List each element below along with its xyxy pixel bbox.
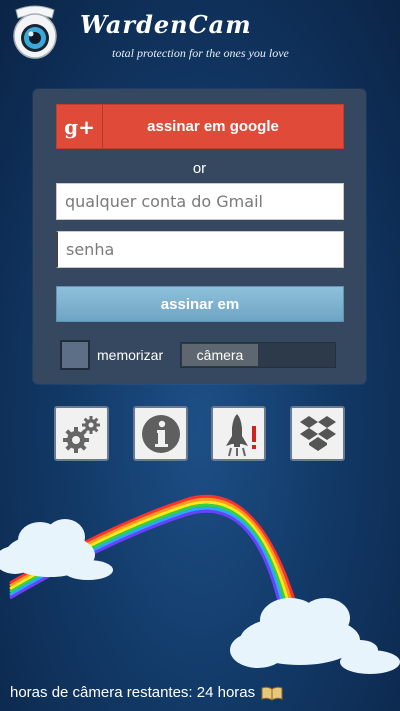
app-tagline: total protection for the ones you love xyxy=(112,46,289,60)
cloud-right xyxy=(230,598,400,674)
camera-mode-toggle[interactable]: câmera xyxy=(180,342,336,368)
toolbar xyxy=(0,406,400,464)
camera-hours-text: horas de câmera restantes: 24 horas xyxy=(10,684,256,701)
launch-button[interactable] xyxy=(211,406,266,461)
security-camera-logo-icon xyxy=(10,4,60,60)
google-plus-icon: g+ xyxy=(57,105,103,148)
remember-label: memorizar xyxy=(97,347,164,363)
dropbox-icon xyxy=(299,415,336,451)
email-field[interactable] xyxy=(56,183,344,220)
info-button[interactable] xyxy=(133,406,188,461)
info-icon xyxy=(141,414,180,453)
settings-button[interactable] xyxy=(54,406,109,461)
google-signin-button[interactable]: g+ assinar em google xyxy=(56,104,344,149)
or-separator: or xyxy=(192,160,207,177)
camera-mode-label: câmera xyxy=(182,344,258,366)
app-title: WardenCam xyxy=(80,10,252,39)
gears-icon xyxy=(62,415,100,453)
login-panel: g+ assinar em google or assinar em memor… xyxy=(33,89,366,384)
camera-hours-status: horas de câmera restantes: 24 horas xyxy=(10,684,283,701)
dropbox-button[interactable] xyxy=(290,406,345,461)
rocket-launch-icon xyxy=(225,413,256,456)
app-header: WardenCam total protection for the ones … xyxy=(0,0,400,70)
password-field[interactable] xyxy=(56,231,344,268)
rainbow-clouds-illustration xyxy=(0,494,400,674)
signin-button[interactable]: assinar em xyxy=(56,286,344,322)
open-book-icon[interactable] xyxy=(261,685,283,701)
remember-checkbox[interactable] xyxy=(60,340,90,370)
google-signin-label: assinar em google xyxy=(147,118,279,135)
